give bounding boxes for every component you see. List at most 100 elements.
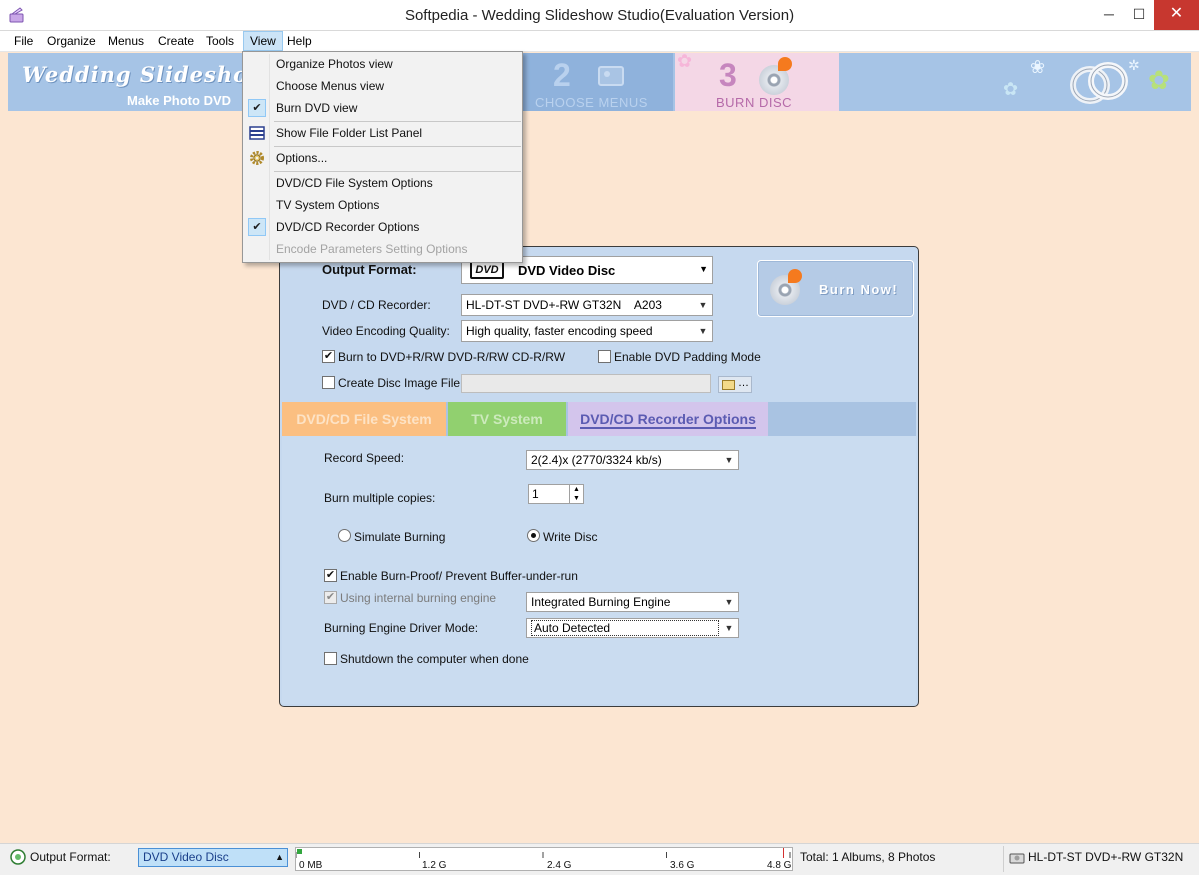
image-file-input[interactable]	[461, 374, 711, 393]
internal-engine-label: Using internal burning engine	[340, 591, 497, 605]
step2-number: 2	[553, 57, 571, 93]
menu-bar: File Organize Menus Create Tools View He…	[0, 31, 1199, 52]
padding-label: Enable DVD Padding Mode	[614, 350, 761, 364]
ruler-mark: 2.4 G	[547, 860, 572, 871]
burn-proof-checkbox[interactable]: ✔	[324, 569, 337, 582]
disc-format-icon	[10, 849, 26, 865]
menu-menus[interactable]: Menus	[102, 31, 150, 51]
status-output-format-value: DVD Video Disc	[143, 850, 229, 864]
quality-select[interactable]: High quality, faster encoding speed ▼	[461, 320, 713, 342]
tab-file-system[interactable]: DVD/CD File System	[282, 402, 446, 436]
menu-item-recorder-options[interactable]: ✔ DVD/CD Recorder Options	[245, 216, 521, 238]
minimize-button[interactable]: ─	[1094, 0, 1124, 30]
menu-item-label: Organize Photos view	[276, 57, 393, 71]
status-bar: Output Format: DVD Video Disc ▲ 0 MB 1.2…	[0, 843, 1199, 875]
folder-icon	[722, 380, 735, 390]
simulate-burning-radio[interactable]	[338, 529, 351, 542]
browse-button[interactable]: …	[718, 376, 752, 393]
menu-item-show-file-folder-list[interactable]: Show File Folder List Panel	[245, 122, 521, 144]
tab-recorder-options[interactable]: DVD/CD Recorder Options	[568, 402, 768, 436]
brand-logo-text: Wedding Slideshow	[22, 62, 268, 87]
burn-settings-panel: Output Format: DVD DVD Video Disc ▼ DVD …	[279, 246, 919, 707]
burn-now-button[interactable]: Burn Now!	[757, 260, 914, 317]
status-output-format-select[interactable]: DVD Video Disc ▲	[138, 848, 288, 867]
quality-value: High quality, faster encoding speed	[466, 324, 653, 338]
menu-organize[interactable]: Organize	[41, 31, 102, 51]
menu-create[interactable]: Create	[152, 31, 200, 51]
burn-now-label: Burn Now!	[819, 282, 899, 297]
menu-item-file-system-options[interactable]: DVD/CD File System Options	[245, 172, 521, 194]
status-drive: HL-DT-ST DVD+-RW GT32N	[1028, 850, 1184, 864]
menu-help[interactable]: Help	[281, 31, 318, 51]
step2-label: CHOOSE MENUS	[535, 95, 648, 110]
brand-tagline: Make Photo DVD	[127, 93, 232, 108]
step-burn-disc[interactable]: ✿ 3 BURN DISC	[675, 51, 839, 111]
ruler-mark: 1.2 G	[422, 860, 447, 871]
write-disc-radio[interactable]	[527, 529, 540, 542]
menu-item-choose-menus-view[interactable]: Choose Menus view	[245, 75, 521, 97]
copies-label: Burn multiple copies:	[324, 491, 436, 505]
wedding-rings-icon	[1070, 62, 1128, 104]
chevron-down-icon: ▼	[698, 300, 708, 310]
menu-item-organize-photos-view[interactable]: Organize Photos view	[245, 53, 521, 75]
menu-item-options[interactable]: Options...	[245, 147, 521, 169]
padding-checkbox[interactable]	[598, 350, 611, 363]
driver-mode-label: Burning Engine Driver Mode:	[324, 621, 479, 635]
browse-ellipsis: …	[738, 377, 749, 389]
chevron-down-icon: ▼	[699, 264, 708, 274]
recorder-select[interactable]: HL-DT-ST DVD+-RW GT32N A203 ▼	[461, 294, 713, 316]
burn-proof-label: Enable Burn-Proof/ Prevent Buffer-under-…	[340, 569, 578, 583]
copies-value: 1	[532, 487, 539, 501]
flame-icon	[788, 269, 802, 283]
view-menu-dropdown: Organize Photos view Choose Menus view ✔…	[242, 51, 523, 263]
record-speed-label: Record Speed:	[324, 451, 405, 465]
image-file-checkbox[interactable]	[322, 376, 335, 389]
dvd-logo-icon: DVD	[470, 261, 504, 279]
ruler-mark: 3.6 G	[670, 860, 695, 871]
options-tab-strip: DVD/CD File System TV System DVD/CD Reco…	[282, 402, 916, 436]
photos-icon	[598, 66, 624, 86]
chevron-down-icon: ▼	[724, 597, 734, 607]
output-format-label: Output Format:	[322, 262, 417, 277]
menu-item-label: DVD/CD Recorder Options	[276, 220, 420, 234]
recorder-value: HL-DT-ST DVD+-RW GT32N A203	[466, 298, 662, 312]
menu-view[interactable]: View	[243, 31, 283, 51]
driver-mode-select[interactable]: Auto Detected ▼	[526, 618, 739, 638]
record-speed-select[interactable]: 2(2.4)x (2770/3324 kb/s) ▼	[526, 450, 739, 470]
menu-item-label: Options...	[276, 151, 328, 165]
close-button[interactable]: ✕	[1154, 0, 1199, 30]
output-format-value: DVD Video Disc	[518, 263, 616, 278]
ruler-mark: 4.8 G	[767, 860, 792, 871]
flower-decoration-icon: ❀	[1030, 57, 1046, 77]
driver-mode-value: Auto Detected	[531, 620, 719, 636]
ruler-ticks	[296, 852, 791, 858]
menu-file[interactable]: File	[8, 31, 39, 51]
status-totals: Total: 1 Albums, 8 Photos	[800, 850, 936, 864]
panel-icon	[249, 126, 265, 140]
step-choose-menus[interactable]: 2 CHOOSE MENUS	[523, 53, 673, 111]
internal-engine-checkbox[interactable]: ✔	[324, 591, 337, 604]
capacity-limit-marker	[783, 848, 784, 858]
flower-decoration-icon: ✿	[1148, 65, 1170, 95]
checkmark-icon: ✔	[248, 218, 266, 236]
stepper-arrows-icon[interactable]: ▲ ▼	[569, 485, 583, 503]
simulate-burning-label: Simulate Burning	[354, 530, 446, 544]
menu-item-tv-system-options[interactable]: TV System Options	[245, 194, 521, 216]
chevron-up-icon: ▲	[275, 852, 284, 862]
maximize-button[interactable]: ☐	[1124, 0, 1154, 30]
burning-engine-select[interactable]: Integrated Burning Engine ▼	[526, 592, 739, 612]
flower-decoration-icon: ✿	[1003, 79, 1019, 99]
menu-item-label: TV System Options	[276, 198, 380, 212]
burn-to-checkbox[interactable]: ✔	[322, 350, 335, 363]
copies-stepper[interactable]: 1 ▲ ▼	[528, 484, 584, 504]
chevron-down-icon: ▼	[724, 455, 734, 465]
tab-tv-system[interactable]: TV System	[448, 402, 566, 436]
menu-tools[interactable]: Tools	[200, 31, 240, 51]
menu-item-encode-parameters: Encode Parameters Setting Options	[245, 238, 521, 260]
menu-item-label: Encode Parameters Setting Options	[276, 242, 468, 256]
ruler-mark: 0 MB	[299, 860, 323, 871]
shutdown-checkbox[interactable]	[324, 652, 337, 665]
recorder-label: DVD / CD Recorder:	[322, 298, 431, 312]
menu-item-burn-dvd-view[interactable]: ✔ Burn DVD view	[245, 97, 521, 119]
menu-item-label: Burn DVD view	[276, 101, 358, 115]
